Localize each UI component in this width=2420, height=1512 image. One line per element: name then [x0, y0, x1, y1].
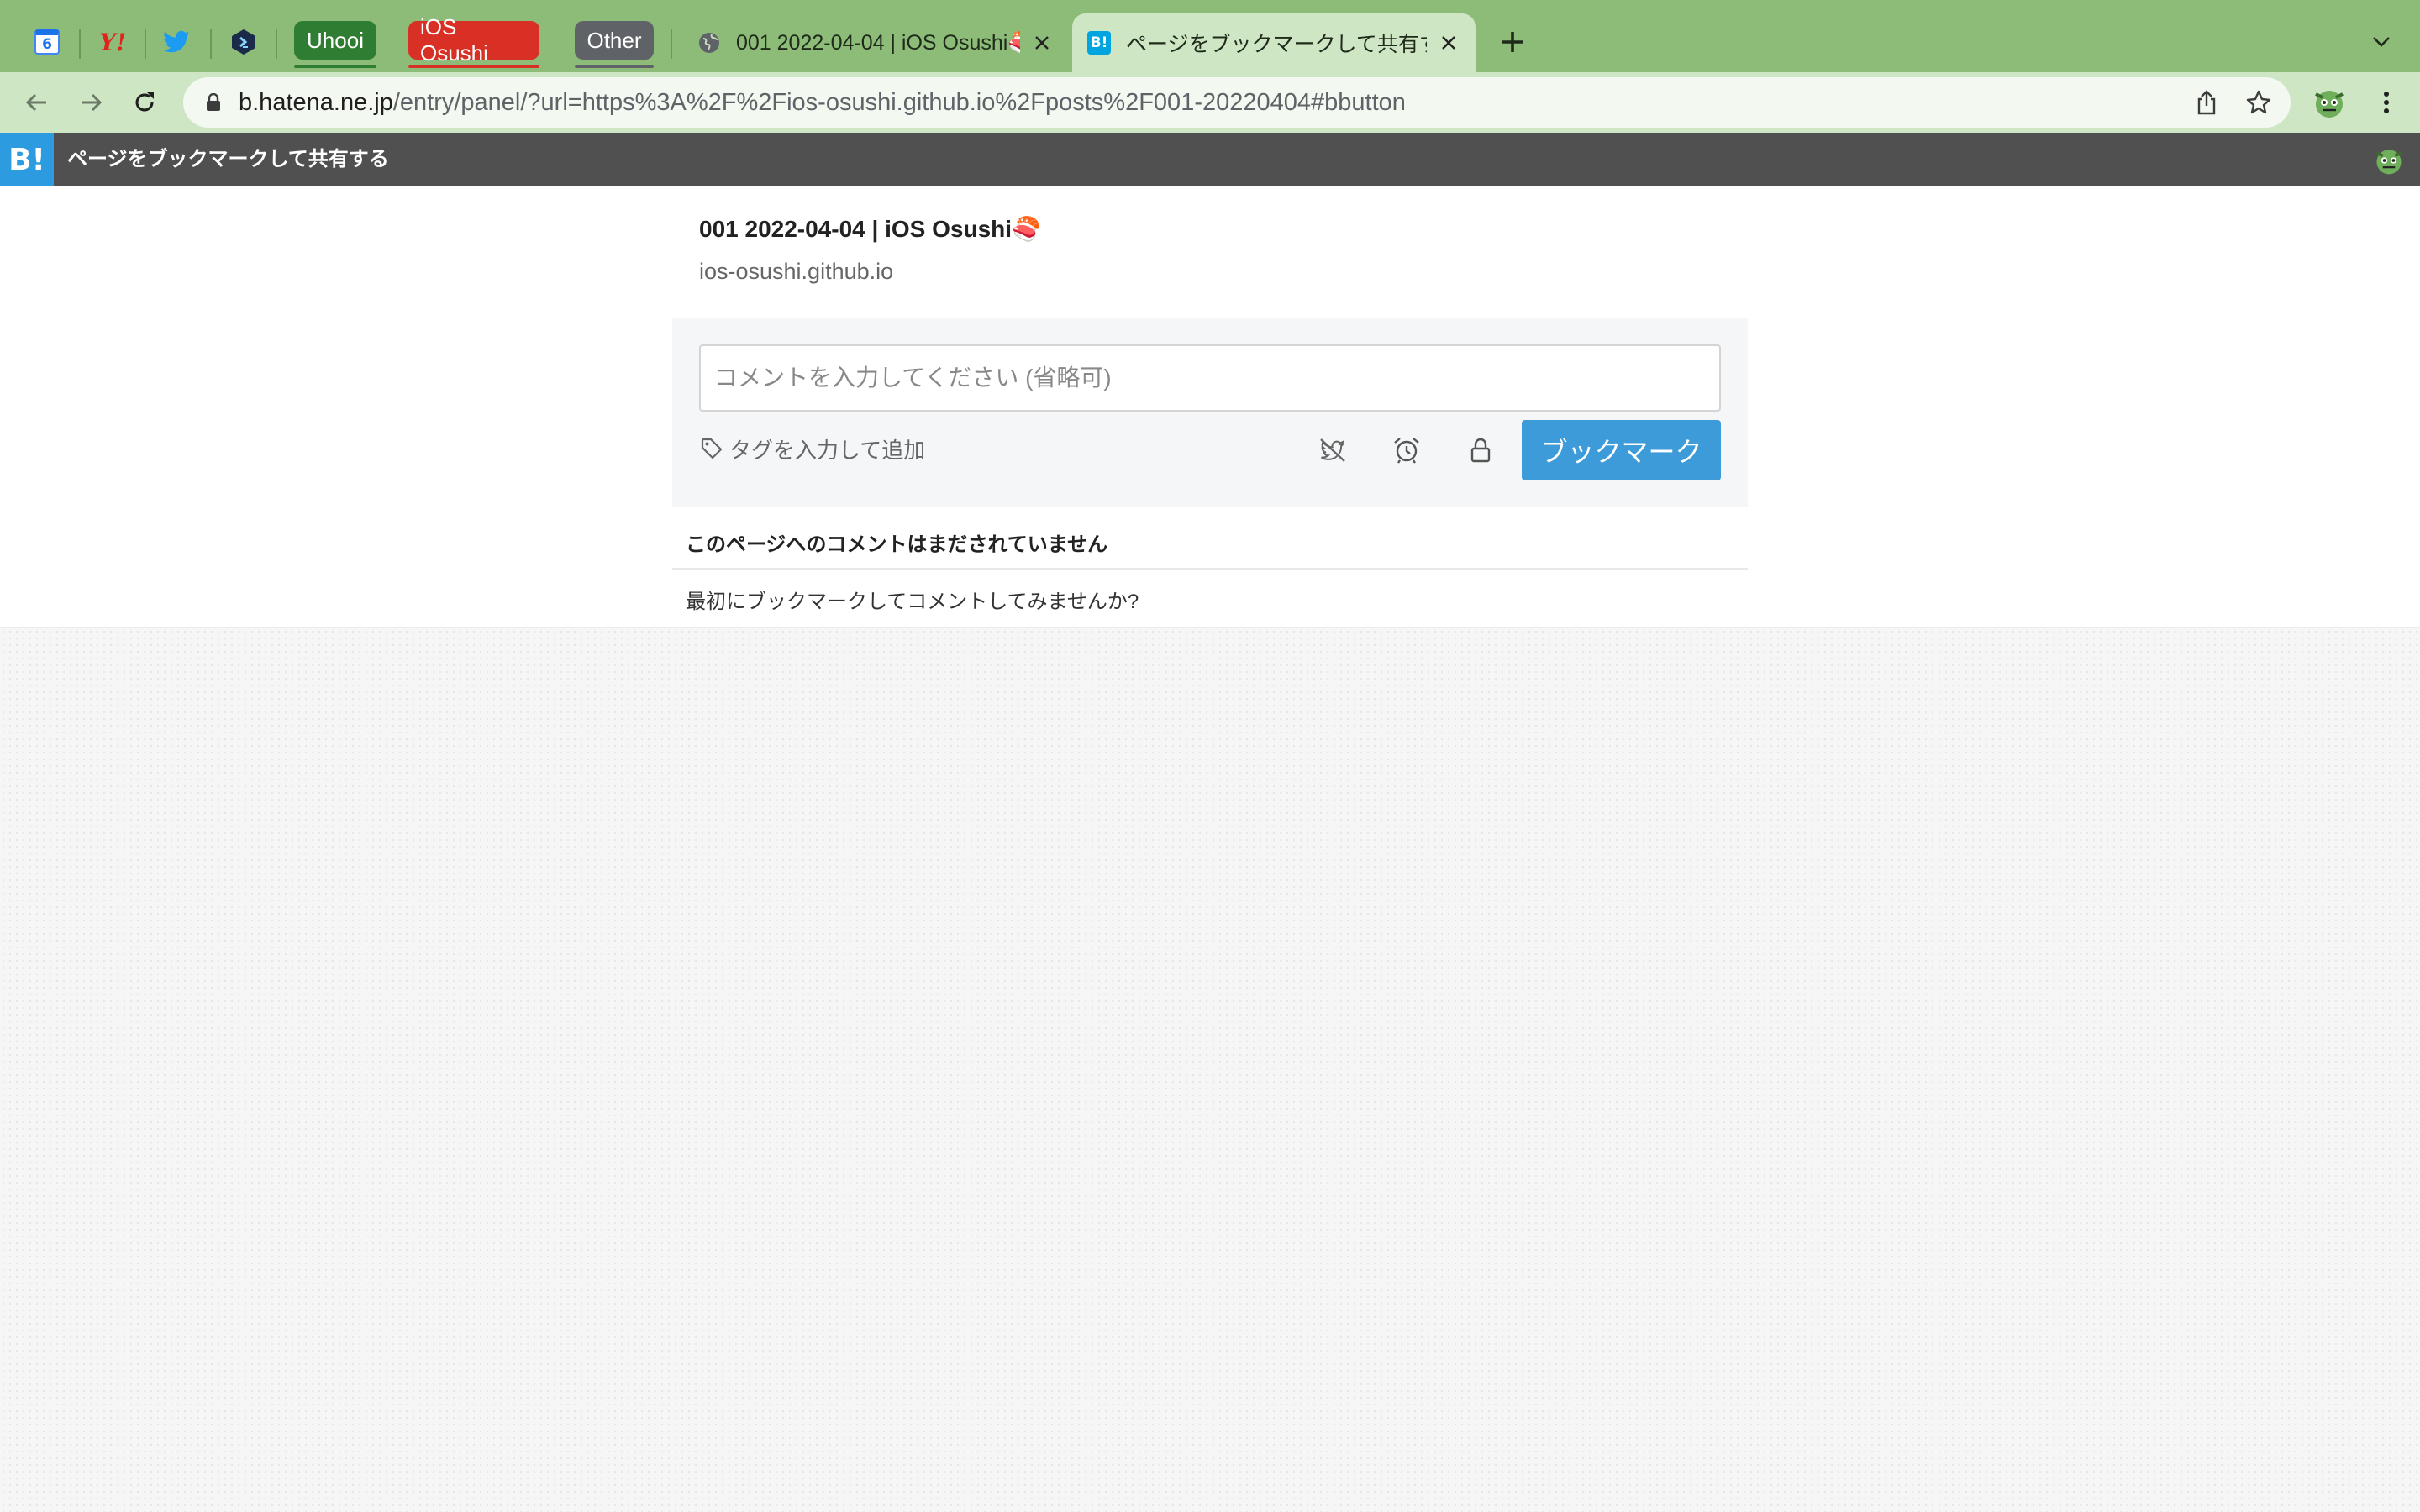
tab-separator — [79, 29, 81, 59]
user-avatar-icon — [2375, 150, 2402, 175]
bookmark-button[interactable]: ブックマーク — [1522, 420, 1721, 480]
arrow-left-icon — [25, 93, 46, 112]
url-path: /entry/panel/?url=https%3A%2F%2Fios-osus… — [392, 89, 1406, 116]
share-toggle-button[interactable] — [1316, 433, 1349, 467]
browser-menu-button[interactable] — [2370, 86, 2403, 119]
tab-group-other[interactable]: Other — [575, 21, 654, 60]
comment-input[interactable] — [699, 344, 1721, 412]
url-host: b.hatena.ne.jp — [239, 89, 393, 116]
tab-title: ページをブックマークして共有する — [1126, 33, 1427, 56]
tab-group-underline — [575, 65, 654, 68]
pinned-tab-code[interactable] — [224, 22, 264, 62]
private-toggle-button[interactable] — [1464, 433, 1497, 467]
profile-avatar[interactable] — [2309, 82, 2349, 123]
new-tab-button[interactable] — [1494, 24, 1531, 60]
reminder-button[interactable] — [1390, 433, 1423, 467]
tab-group-ios-osushi[interactable]: iOS Osushi — [408, 14, 539, 66]
tab-group-uhooi[interactable]: Uhooi — [294, 21, 376, 60]
more-vertical-icon — [2384, 92, 2389, 113]
tab-separator — [671, 29, 672, 59]
share-button[interactable] — [2191, 87, 2222, 118]
tab-strip: 6 Y! Uhooi iOS Osushi Other 001 2022-04-… — [0, 0, 2420, 72]
hatena-header: B! ページをブックマークして共有する — [0, 133, 2420, 186]
tab-group-underline — [408, 65, 539, 68]
tab-separator — [210, 29, 212, 59]
pinned-tab-yahoo[interactable]: Y! — [92, 22, 133, 62]
twitter-off-icon — [1320, 438, 1345, 462]
tab-close-icon[interactable] — [1435, 29, 1462, 56]
comments-heading: このページへのコメントはまだされていません — [686, 533, 1108, 556]
forward-button[interactable] — [72, 84, 109, 121]
hatena-bookmark-logo[interactable]: B! — [0, 133, 54, 186]
bookmark-form: タグを入力して追加 ブックマーク — [672, 318, 1748, 507]
bookmark-star-button[interactable] — [2244, 87, 2274, 118]
comments-prompt: 最初にブックマークしてコメントしてみませんか? — [686, 591, 1139, 613]
entry-domain[interactable]: ios-osushi.github.io — [699, 259, 893, 285]
reload-button[interactable] — [126, 84, 163, 121]
tab-title: 001 2022-04-04 | iOS Osushi🍣 — [736, 30, 1020, 55]
tab-search-button[interactable] — [2366, 27, 2396, 57]
page-background — [0, 627, 2420, 1512]
pinned-tab-twitter[interactable] — [156, 22, 197, 62]
entry-title[interactable]: 001 2022-04-04 | iOS Osushi🍣 — [699, 215, 1041, 243]
page-title: ページをブックマークして共有する — [67, 148, 389, 171]
tab-hatena-bookmark[interactable]: B! ページをブックマークして共有する — [1072, 13, 1476, 72]
yahoo-icon: Y! — [98, 28, 127, 56]
tag-input-placeholder: タグを入力して追加 — [729, 437, 926, 463]
browser-toolbar: b.hatena.ne.jp/entry/panel/?url=https%3A… — [0, 72, 2420, 133]
tab-close-icon[interactable] — [1028, 29, 1055, 56]
comments-divider — [672, 568, 1748, 570]
user-avatar[interactable] — [2371, 143, 2407, 178]
chevron-down-icon — [2373, 37, 2390, 47]
pinned-tab-calendar[interactable]: 6 — [27, 22, 67, 62]
calendar-icon: 6 — [34, 29, 60, 55]
star-icon — [2246, 90, 2271, 114]
back-button[interactable] — [18, 84, 55, 121]
tab-separator — [276, 29, 277, 59]
tab-separator — [145, 29, 146, 59]
profile-avatar-icon — [2315, 91, 2344, 118]
twitter-icon — [163, 30, 190, 53]
lock-icon — [1470, 438, 1491, 463]
code-cube-icon — [232, 29, 255, 55]
reload-icon — [135, 92, 154, 112]
arrow-right-icon — [82, 93, 103, 112]
tag-input[interactable]: タグを入力して追加 — [701, 432, 925, 465]
hatena-bookmark-icon: B! — [1086, 29, 1113, 56]
plus-icon — [1502, 32, 1523, 52]
globe-icon — [696, 29, 723, 56]
alarm-clock-icon — [1394, 438, 1419, 464]
tag-icon — [701, 438, 723, 459]
tab-ios-osushi-post[interactable]: 001 2022-04-04 | iOS Osushi🍣 — [682, 13, 1069, 72]
lock-icon[interactable] — [200, 89, 227, 116]
tab-group-underline — [294, 65, 376, 68]
address-bar[interactable]: b.hatena.ne.jp/entry/panel/?url=https%3A… — [183, 77, 2291, 128]
share-icon — [2197, 90, 2216, 115]
url-text[interactable]: b.hatena.ne.jp/entry/panel/?url=https%3A… — [239, 77, 1406, 128]
